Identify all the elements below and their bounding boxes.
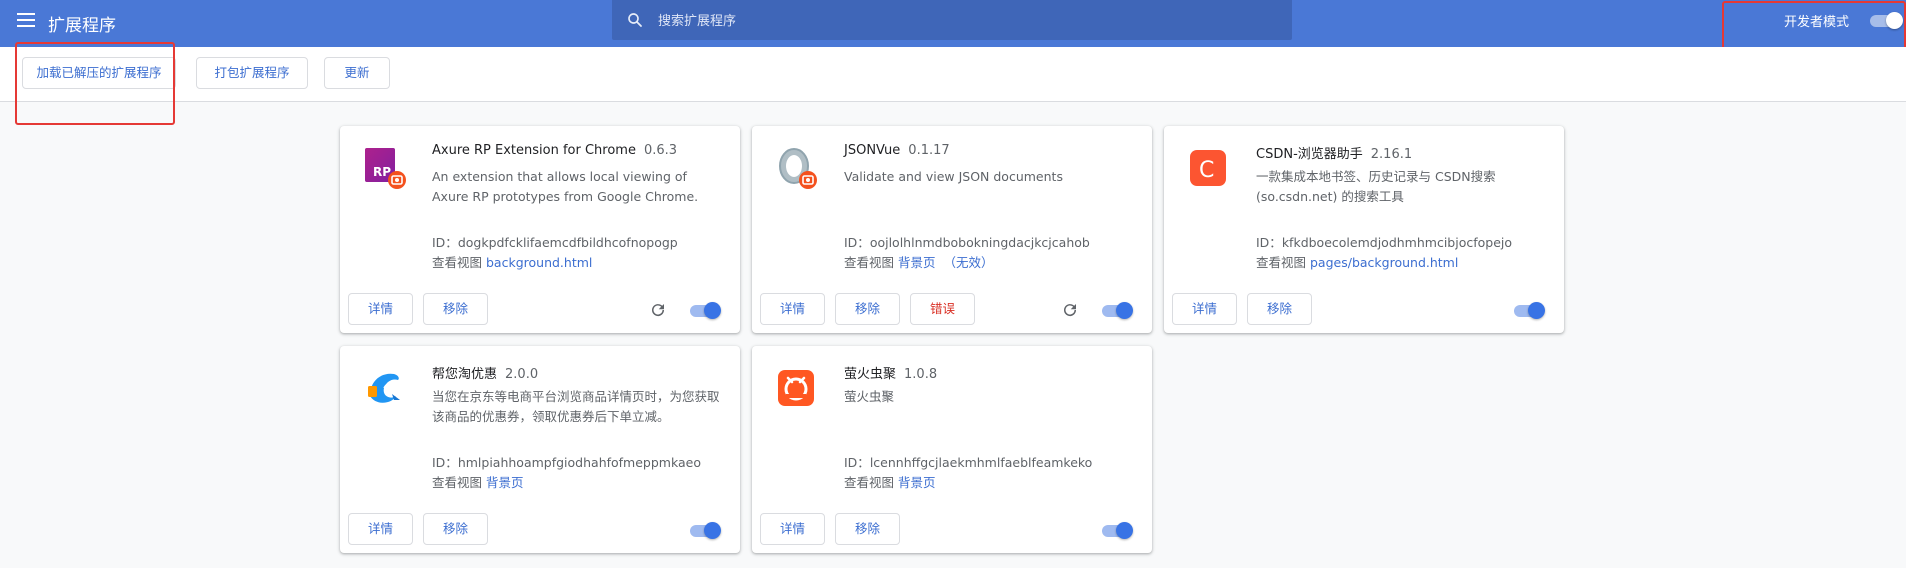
inspect-views: 查看视图 背景页 (844, 472, 936, 491)
extension-name-line: 帮您淘优惠 2.0.0 (432, 363, 538, 382)
extension-id: ID：lcennhffgcjlaekmhmlfaeblfeamkeko (844, 452, 1092, 471)
extension-name: 萤火虫聚 (844, 367, 897, 382)
id-value: lcennhffgcjlaekmhmlfaeblfeamkeko (869, 455, 1093, 470)
svg-text:RP: RP (373, 165, 391, 179)
enable-toggle[interactable] (690, 302, 724, 320)
extension-name: Axure RP Extension for Chrome (432, 143, 636, 158)
id-prefix: ID： (1256, 235, 1282, 250)
menu-icon[interactable] (17, 13, 35, 27)
extension-id: ID：oojlolhlnmdbobokningdacjkcjcahob (844, 232, 1090, 251)
svg-text:C: C (1199, 158, 1214, 183)
remove-button[interactable]: 移除 (423, 293, 488, 325)
search-icon (628, 13, 642, 27)
extension-card: RP Axure RP Extension for Chrome 0.6.3 An… (340, 126, 740, 333)
extension-version: 2.0.0 (505, 367, 539, 382)
extension-name: 帮您淘优惠 (432, 367, 498, 382)
extension-id: ID：hmlpiahhoampfgiodhahfofmeppmkaeo (432, 452, 701, 471)
page-title: 扩展程序 (48, 16, 116, 36)
extension-name-line: 萤火虫聚 1.0.8 (844, 363, 937, 382)
details-button[interactable]: 详情 (1172, 293, 1237, 325)
extension-description: 一款集成本地书签、历史记录与 CSDN搜索(so.csdn.net) 的搜索工具 (1256, 169, 1496, 204)
extension-version: 1.0.8 (904, 367, 938, 382)
enable-toggle[interactable] (690, 522, 724, 540)
inspect-view-link[interactable]: 背景页 (486, 475, 524, 490)
id-value: oojlolhlnmdbobokningdacjkcjcahob (869, 235, 1090, 250)
id-prefix: ID： (844, 455, 870, 470)
toolbar: 加载已解压的扩展程序 打包扩展程序 更新 (0, 47, 1906, 102)
id-value: kfkdboecolemdjodhmhmcibjocfopejo (1281, 235, 1513, 250)
enable-toggle[interactable] (1102, 302, 1136, 320)
extension-description: 当您在京东等电商平台浏览商品详情页时，为您获取该商品的优惠券，领取优惠券后下单立… (432, 389, 720, 424)
top-bar: 扩展程序 开发者模式 (0, 0, 1906, 47)
details-button[interactable]: 详情 (348, 513, 413, 545)
inspect-views-label: 查看视图 (844, 475, 895, 490)
id-prefix: ID： (432, 455, 458, 470)
extension-version: 0.6.3 (643, 143, 678, 158)
inspect-view-link[interactable]: 背景页 (898, 255, 936, 270)
extension-card: JSONVue 0.1.17 Validate and view JSON doc… (752, 126, 1152, 333)
search-box[interactable] (612, 0, 1292, 40)
jsonvue-icon (779, 148, 817, 189)
id-prefix: ID： (844, 235, 870, 250)
details-button[interactable]: 详情 (348, 293, 413, 325)
extension-description: An extension that allows local viewing o… (432, 169, 699, 204)
inspect-view-link[interactable]: pages/background.html (1310, 255, 1458, 270)
inspect-views-label: 查看视图 (432, 475, 483, 490)
inspect-views-label: 查看视图 (432, 255, 483, 270)
pack-extension-button[interactable]: 打包扩展程序 (196, 57, 308, 89)
extension-name-line: CSDN-浏览器助手 2.16.1 (1256, 143, 1412, 162)
extension-id: ID：dogkpdfcklifaemcdfbildhcofnopogp (432, 232, 678, 251)
enable-toggle[interactable] (1102, 522, 1136, 540)
extension-card: 萤火虫聚 1.0.8 萤火虫聚 ID：lcennhffgcjlaekmhmlfae… (752, 346, 1152, 553)
errors-button[interactable]: 错误 (910, 293, 975, 325)
inspect-view-link[interactable]: background.html (486, 255, 592, 270)
remove-button[interactable]: 移除 (423, 513, 488, 545)
view-inactive-label: （无效） (943, 255, 994, 270)
details-button[interactable]: 详情 (760, 513, 825, 545)
extension-version: 2.16.1 (1370, 147, 1413, 162)
extension-card: C CSDN-浏览器助手 2.16.1 一款集成本地书签、历史记录与 CSDN搜索… (1164, 126, 1564, 333)
reload-icon[interactable] (1061, 301, 1079, 319)
inspect-views: 查看视图 background.html (432, 252, 592, 271)
id-value: hmlpiahhoampfgiodhahfofmeppmkaeo (457, 455, 701, 470)
extension-description: Validate and view JSON documents (844, 169, 1063, 184)
extension-name: JSONVue (844, 143, 901, 158)
extension-name-line: JSONVue 0.1.17 (844, 143, 950, 158)
inspect-views: 查看视图 pages/background.html (1256, 252, 1458, 271)
firefly-icon (778, 370, 814, 406)
extension-description: 萤火虫聚 (844, 389, 895, 404)
enable-toggle[interactable] (1514, 302, 1548, 320)
remove-button[interactable]: 移除 (835, 293, 900, 325)
inspect-views: 查看视图 背景页 (432, 472, 524, 491)
csdn-icon: C (1190, 150, 1226, 186)
extension-card: 帮您淘优惠 2.0.0 当您在京东等电商平台浏览商品详情页时，为您获取该商品的优惠… (340, 346, 740, 553)
extension-name: CSDN-浏览器助手 (1256, 147, 1363, 162)
remove-button[interactable]: 移除 (1247, 293, 1312, 325)
update-button[interactable]: 更新 (324, 57, 390, 89)
inspect-view-link[interactable]: 背景页 (898, 475, 936, 490)
search-input[interactable] (656, 8, 1260, 34)
remove-button[interactable]: 移除 (835, 513, 900, 545)
inspect-views: 查看视图 背景页 （无效） (844, 252, 994, 271)
axure-icon: RP (365, 148, 406, 189)
extension-id: ID：kfkdboecolemdjodhmhmcibjocfopejo (1256, 232, 1512, 251)
inspect-views-label: 查看视图 (844, 255, 895, 270)
highlight-box-load-unpacked (15, 42, 175, 125)
extension-version: 0.1.17 (908, 143, 950, 158)
extension-name-line: Axure RP Extension for Chrome 0.6.3 (432, 143, 677, 158)
dolphin-icon (368, 373, 400, 403)
reload-icon[interactable] (649, 301, 667, 319)
id-value: dogkpdfcklifaemcdfbildhcofnopogp (457, 235, 678, 250)
inspect-views-label: 查看视图 (1256, 255, 1307, 270)
details-button[interactable]: 详情 (760, 293, 825, 325)
id-prefix: ID： (432, 235, 458, 250)
